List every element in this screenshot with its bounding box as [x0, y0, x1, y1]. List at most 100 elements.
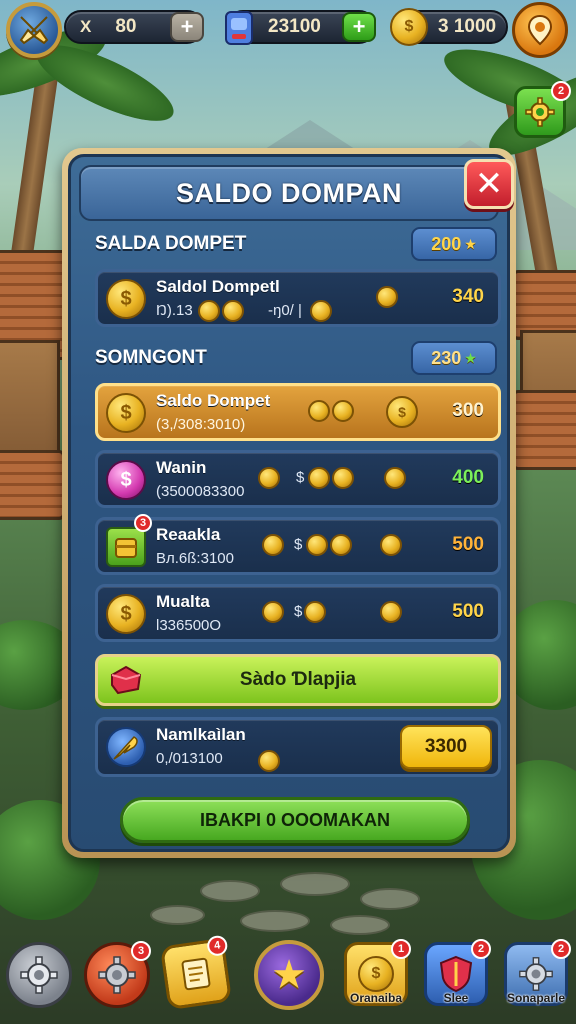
row-notification-badge: 3 [134, 514, 152, 532]
main-action-button[interactable]: IBAKPI 0 OOOMAKAN [120, 797, 470, 843]
purchase-button[interactable]: 3300 [400, 725, 492, 769]
stat-multiplier-value: 80 [115, 16, 137, 37]
coin-cluster [262, 534, 284, 556]
dialog-title: SALDO DOMPAN [176, 177, 402, 208]
nav-upgrade-button[interactable]: 3 [84, 941, 151, 1008]
stat-gems: 23100 + [225, 10, 376, 45]
gold-coin-icon: $ [106, 279, 146, 319]
gold-coin-icon [308, 467, 330, 489]
coin-cluster [380, 534, 402, 556]
gold-coin-icon [258, 750, 280, 772]
stat-multiplier: X 80 + [64, 10, 204, 44]
nav-badge: 1 [391, 939, 411, 959]
wallet-row-subtitle: 0,/013100 [156, 750, 223, 767]
map-pin-button[interactable] [512, 2, 568, 58]
gold-coin-icon [262, 534, 284, 556]
wallet-row-title: Namlkaìlan [156, 725, 246, 744]
settings-button[interactable]: 2 [514, 81, 571, 138]
nav-badge: 2 [471, 939, 491, 959]
stat-gems-value: 23100 [268, 16, 321, 37]
gold-coin-icon [380, 534, 402, 556]
gold-coin-icon [380, 601, 402, 623]
treasure-icon [106, 527, 146, 567]
section-balance-badge: 200 ★ [411, 227, 497, 261]
purchase-button-label: 3300 [424, 736, 468, 757]
player-avatar[interactable] [6, 2, 62, 58]
nav-options-button[interactable]: Sonaparle 2 [504, 939, 571, 1006]
wallet-row-subtitle: Ŋ).13 [156, 302, 193, 319]
close-button[interactable]: ✕ [464, 159, 514, 209]
gold-coin-icon [262, 601, 284, 623]
gold-coin-icon: $ [386, 396, 418, 428]
main-action-button-label: IBAKPI 0 OOOMAKAN [199, 809, 390, 830]
gold-coin-icon [222, 300, 244, 322]
wallet-row-extra: $ [296, 469, 305, 486]
nav-shop-coins-button[interactable]: $ Oranaiba 1 [344, 939, 411, 1006]
coin-cluster [310, 300, 332, 322]
chest-icon [115, 538, 137, 558]
gold-coin-icon: $ [106, 393, 146, 433]
coin-cluster [308, 400, 354, 422]
wallet-row-subtitle: (3500083300 [156, 483, 245, 500]
nav-quests-button[interactable]: 4 [159, 934, 233, 1011]
wallet-row-selected[interactable]: $ Saldo Dompet (3,/308:3010) $ 300 [95, 383, 501, 441]
wallet-dialog-body: SALDO DOMPAN ✕ SALDA DOMPET 200 ★ $ Sald… [68, 154, 514, 852]
section-header-other: SOMNGONT [95, 343, 207, 373]
feather-icon [113, 736, 138, 760]
wallet-row-title: Mualta [156, 592, 210, 611]
wallet-row[interactable]: $ Wanin (3500083300 $ 400 [95, 450, 501, 508]
dialog-title-bar: SALDO DOMPAN [79, 165, 499, 221]
gear-icon [20, 956, 58, 994]
gold-coin-icon: $ [390, 8, 428, 46]
wallet-row[interactable]: $ Mualta l336500O $ 500 [95, 584, 501, 642]
wallet-dialog: SALDO DOMPAN ✕ SALDA DOMPET 200 ★ $ Sald… [62, 148, 516, 858]
nav-store-button[interactable]: Slee 2 [424, 939, 491, 1006]
section-other-badge: 230 ★ [411, 341, 497, 375]
section-header-balance: SALDA DOMPET [95, 229, 246, 259]
settings-badge-count: 2 [557, 85, 565, 97]
nav-store-label: Slee [443, 991, 469, 1005]
nav-badge-count: 1 [397, 943, 405, 955]
coin-cluster [198, 300, 244, 322]
wallet-row-value: 400 [452, 467, 484, 488]
nav-badge-count: 3 [137, 945, 145, 957]
section-balance-badge-value: 200 [431, 233, 462, 254]
plus-icon: + [352, 14, 366, 39]
coin-cluster: $ [386, 396, 418, 428]
nav-options-label: Sonaparle [506, 991, 566, 1005]
wallet-row-title: Wanin [156, 458, 207, 477]
coins-stack-icon: $ [358, 956, 394, 992]
crossed-swords-icon [19, 16, 49, 45]
wallet-row-value: 500 [452, 534, 484, 555]
wallet-row-title: Saldol Dompetl [156, 277, 280, 296]
row-badge-count: 3 [139, 517, 147, 529]
nav-favorites-button[interactable]: ★ [254, 940, 324, 1010]
nav-badge: 3 [131, 941, 151, 961]
coin-cluster [380, 601, 402, 623]
gold-coin-icon [308, 400, 330, 422]
wallet-row-subtitle: Bл.6ß:3100 [156, 550, 234, 567]
coin-cluster [308, 467, 354, 489]
section-header-balance-label: SALDA DOMPET [95, 233, 247, 254]
map-pin-icon [527, 14, 553, 46]
add-multiplier-button[interactable]: + [170, 12, 204, 42]
gold-coin-icon [376, 286, 398, 308]
top-resource-bar: X 80 + 23100 + $ 3 1000 2 [0, 0, 576, 138]
coin-cluster [384, 467, 406, 489]
wallet-row-purchase: Namlkaìlan 0,/013100 3300 [95, 717, 501, 777]
wallet-green-action[interactable]: Sàdo Ɗlapjia [95, 654, 501, 706]
add-gems-button[interactable]: + [342, 12, 376, 42]
wallet-row-value: 300 [452, 400, 484, 421]
nav-badge-count: 4 [213, 939, 222, 953]
wallet-row[interactable]: 3 Reaakla Bл.6ß:3100 $ 500 [95, 514, 501, 575]
nav-badge-count: 2 [477, 943, 485, 955]
gold-coin-icon [332, 400, 354, 422]
gear-icon [519, 957, 553, 991]
gold-coin-icon [258, 467, 280, 489]
star-icon: ★ [271, 953, 307, 997]
wallet-green-action-label: Sàdo Ɗlapjia [239, 669, 357, 690]
coin-cluster [258, 750, 280, 772]
wallet-row[interactable]: $ Saldol Dompetl Ŋ).13 -ŋ0/ | 340 [95, 269, 501, 327]
nav-badge: 2 [551, 939, 571, 959]
nav-settings-button[interactable] [6, 942, 72, 1008]
